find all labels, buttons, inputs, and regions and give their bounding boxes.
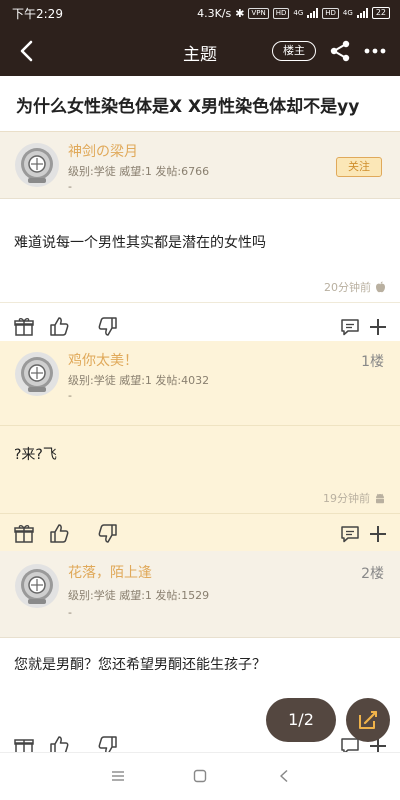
avatar[interactable] [14,351,60,397]
hd-badge-1: HD [272,7,290,19]
apple-icon [376,281,385,293]
divider [0,302,400,303]
divider [0,198,400,199]
user-signature: - [68,389,72,402]
android-icon [376,493,384,504]
gift-icon[interactable] [13,735,35,753]
user-signature: - [68,606,72,619]
edit-icon [359,710,378,729]
home-icon[interactable] [193,769,207,783]
app-bar: 主题 楼主 [0,26,400,76]
more-options-icon[interactable] [362,39,388,63]
system-navigation-bar [0,752,400,800]
like-icon[interactable] [48,315,70,337]
battery-indicator: 22 [371,7,390,19]
username[interactable]: 花落，陌上逢 [68,562,152,582]
divider [0,637,400,638]
gift-icon[interactable] [13,523,35,545]
status-time: 下午2:29 [12,6,63,21]
plus-icon[interactable] [367,523,389,545]
signal-icon-1 [307,8,319,18]
plus-icon[interactable] [367,316,389,338]
post-time-text: 19分钟前 [323,492,370,505]
user-meta: 级别:学徒 威望:1 发帖:6766 [68,165,210,178]
username[interactable]: 神剑の梁月 [68,141,138,161]
system-back-icon[interactable] [277,769,291,783]
bluetooth-icon: ✱ [235,6,245,20]
avatar[interactable] [14,142,60,188]
status-indicators: 4.3K/s ✱ VPN HD 4G HD 4G 22 [197,7,390,20]
post-header: 花落，陌上逢 级别:学徒 威望:1 发帖:1529 - 2楼 [0,553,400,637]
dislike-icon[interactable] [97,735,119,753]
network-type-1: 4G [293,9,304,17]
post-content: 您就是男酮？您还希望男酮还能生孩子？ [14,657,266,673]
comment-icon[interactable] [339,523,361,545]
follow-button[interactable]: 关注 [336,157,382,177]
gift-icon[interactable] [13,316,35,338]
vpn-badge: VPN [248,7,269,19]
reply-post: 鸡你太美！ 级别:学徒 威望:1 发帖:4032 - 1楼 ?来?飞 19分钟前 [0,341,400,551]
network-type-2: 4G [342,9,353,17]
dislike-icon[interactable] [97,316,119,338]
like-icon[interactable] [48,734,70,753]
status-bar: 下午2:29 4.3K/s ✱ VPN HD 4G HD 4G 22 [0,0,400,26]
divider [0,425,400,426]
comment-icon[interactable] [339,316,361,338]
post-actions [0,514,400,554]
floor-number: 2楼 [361,566,384,582]
page-indicator-button[interactable]: 1/2 [266,698,336,742]
post-content: 难道说每一个男性其实都是潜在的女性吗 [14,235,266,251]
post-header: 神剑の梁月 级别:学徒 威望:1 发帖:6766 - 关注 [0,132,400,198]
reply-post: 花落，陌上逢 级别:学徒 威望:1 发帖:1529 - 2楼 您就是男酮？您还希… [0,553,400,753]
like-icon[interactable] [48,522,70,544]
post-time: 19分钟前 [323,490,386,506]
post-time: 20分钟前 [324,279,386,295]
hd-badge-2: HD [322,7,339,19]
user-meta: 级别:学徒 威望:1 发帖:1529 [68,589,210,602]
signal-icon-2 [356,8,368,18]
post-time-text: 20分钟前 [324,281,371,294]
original-post: 神剑の梁月 级别:学徒 威望:1 发帖:6766 - 关注 难道说每一个男性其实… [0,132,400,347]
dislike-icon[interactable] [97,523,119,545]
share-icon[interactable] [328,39,352,63]
username[interactable]: 鸡你太美！ [68,350,138,370]
post-header: 鸡你太美！ 级别:学徒 威望:1 发帖:4032 - 1楼 [0,341,400,407]
network-speed: 4.3K/s [197,6,232,20]
menu-icon[interactable] [111,769,125,783]
user-meta: 级别:学徒 威望:1 发帖:4032 [68,374,210,387]
avatar[interactable] [14,563,60,609]
post-actions [0,726,400,753]
host-only-button[interactable]: 楼主 [272,41,316,61]
user-signature: - [68,180,72,193]
post-content: ?来?飞 [14,447,57,463]
floor-number: 1楼 [361,354,384,370]
compose-reply-button[interactable] [346,698,390,742]
back-arrow-icon[interactable] [14,38,40,64]
thread-title: 为什么女性染色体是X X男性染色体却不是yy [0,76,400,132]
